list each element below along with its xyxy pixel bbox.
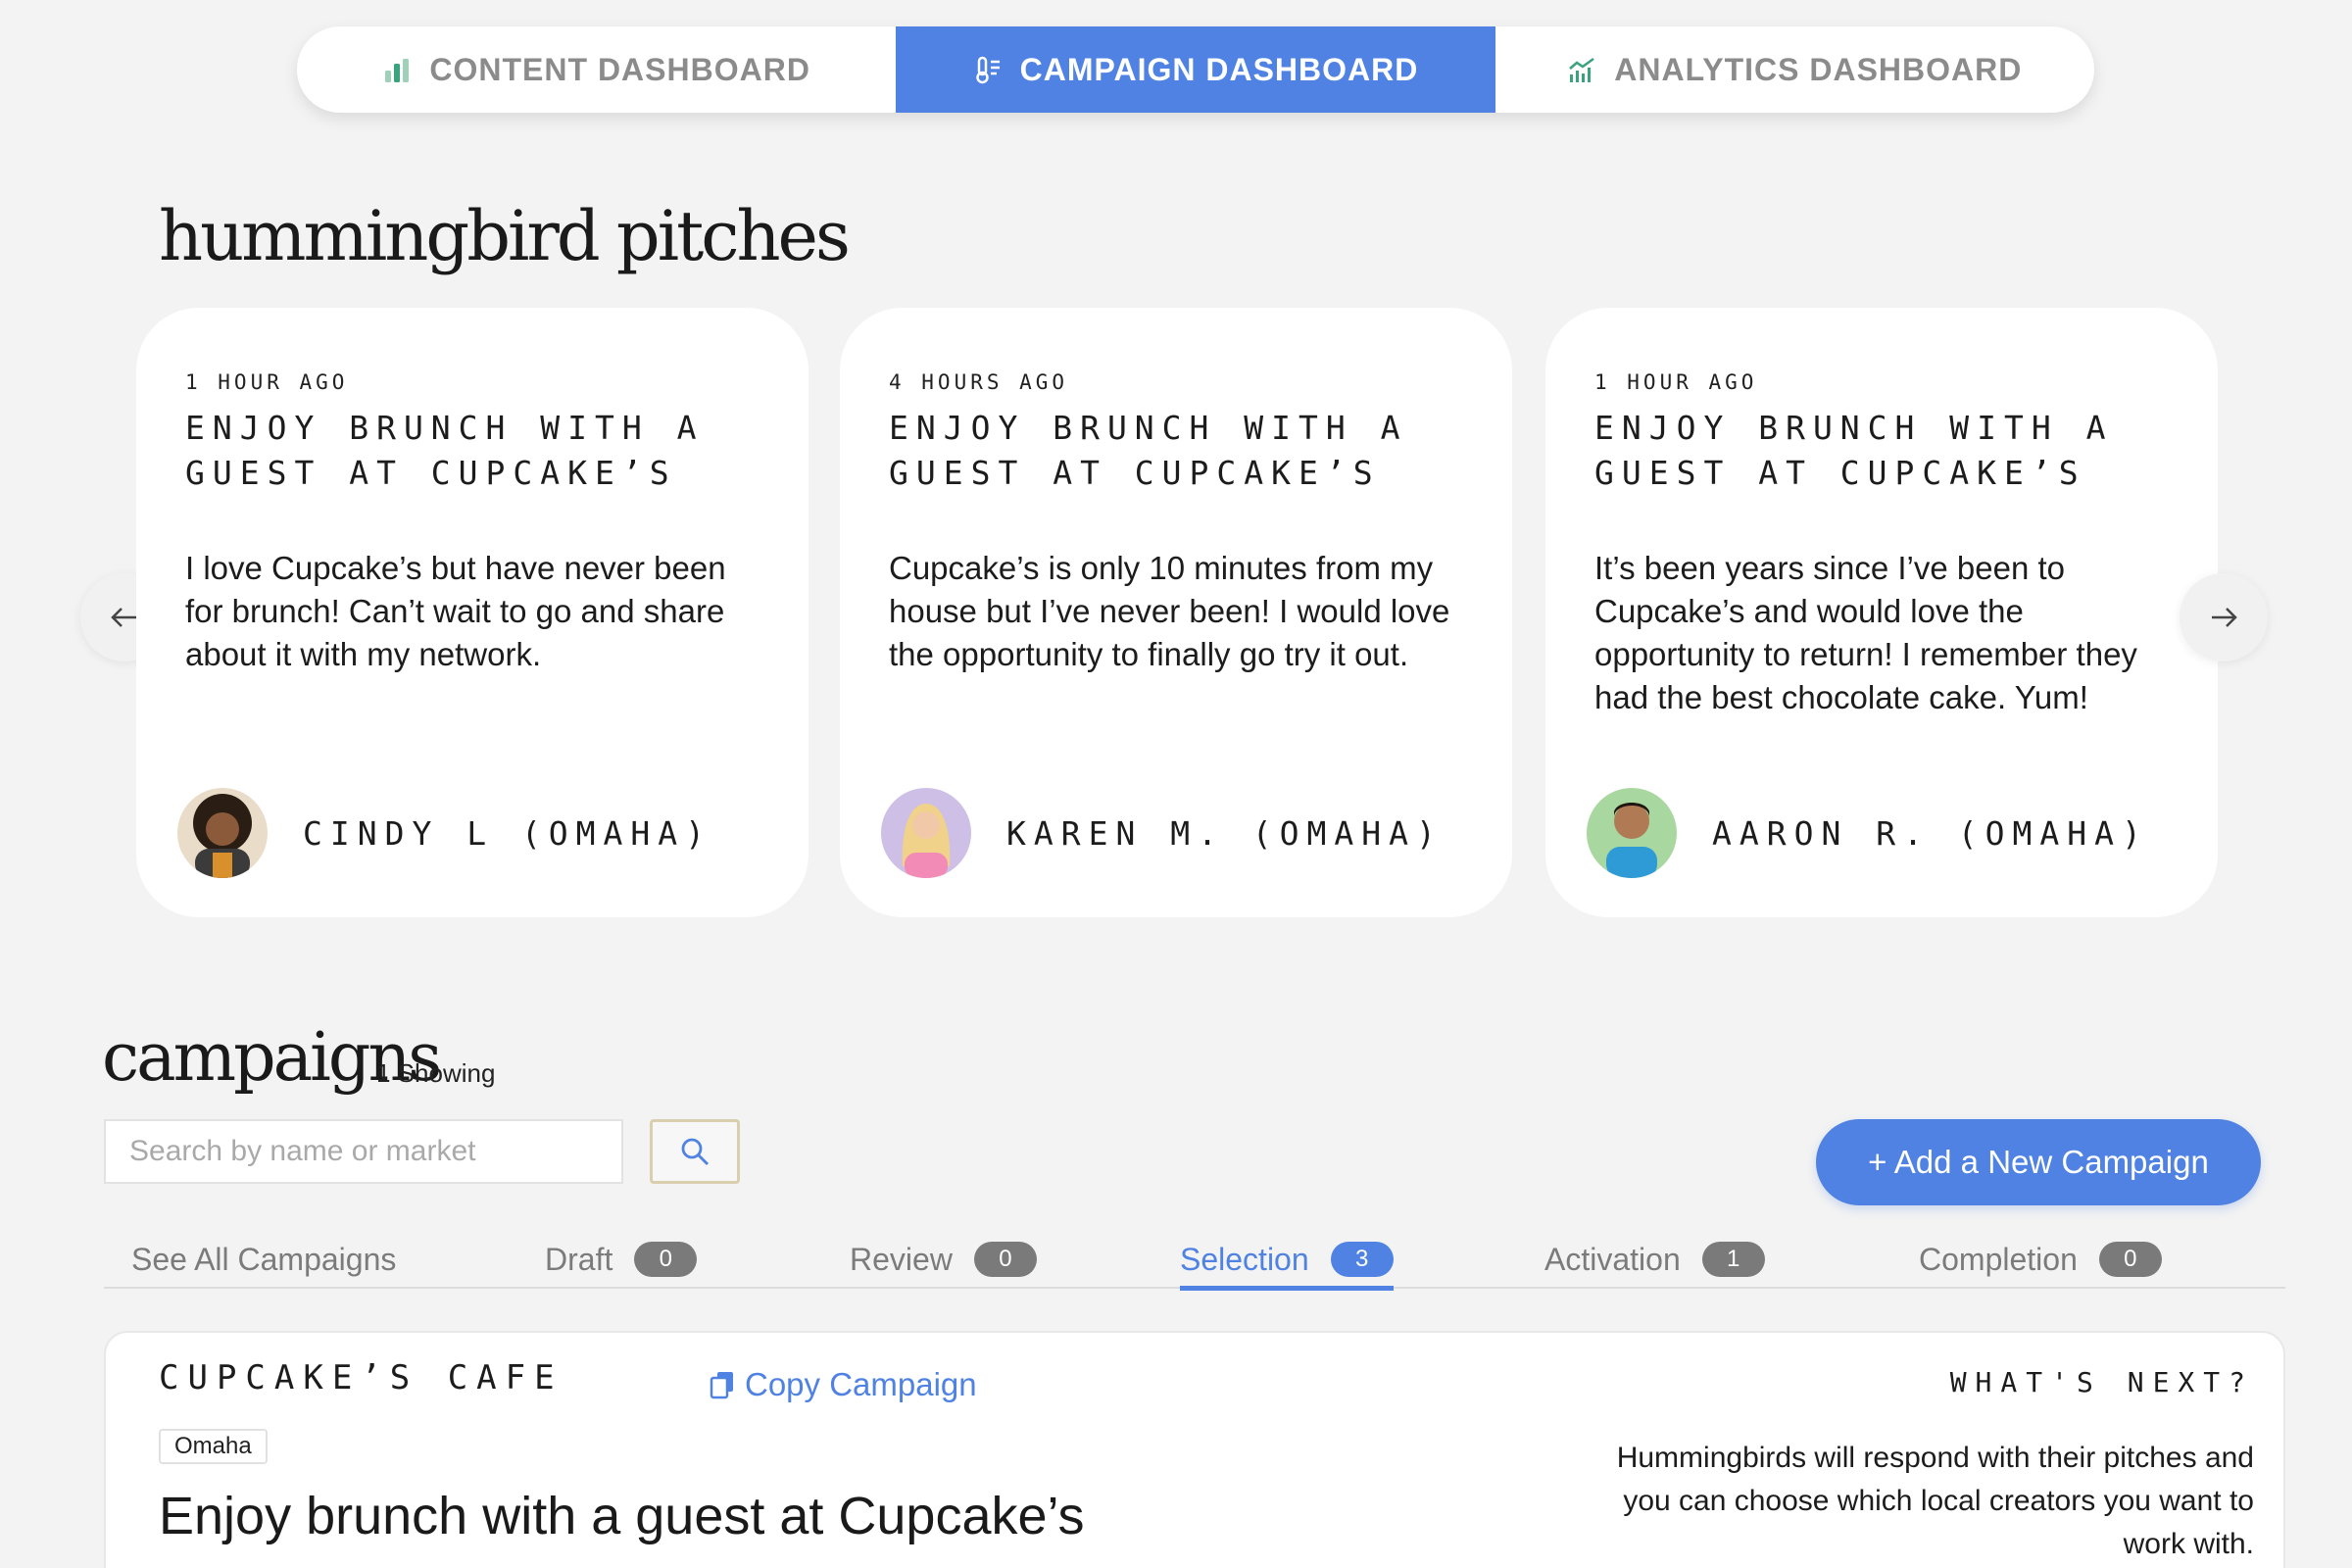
copy-campaign-label: Copy Campaign (745, 1366, 977, 1402)
pitch-author: AARON R. (OMAHA) (1587, 788, 2149, 878)
dashboard-tabbar: CONTENT DASHBOARD CAMPAIGN DASHBOARD ANA… (297, 26, 2094, 113)
avatar[interactable] (177, 788, 268, 878)
filter-label: See All Campaigns (131, 1241, 397, 1277)
bar-chart-icon (385, 59, 410, 82)
tab-label: ANALYTICS DASHBOARD (1614, 51, 2023, 87)
pitch-card[interactable]: 1 HOUR AGO ENJOY BRUNCH WITH A GUEST AT … (136, 308, 808, 917)
tab-campaign-dashboard[interactable]: CAMPAIGN DASHBOARD (896, 26, 1495, 113)
pitch-card[interactable]: 1 HOUR AGO ENJOY BRUNCH WITH A GUEST AT … (1545, 308, 2218, 917)
filter-label: Selection (1180, 1241, 1309, 1277)
thermometer-icon (975, 56, 1000, 84)
trend-chart-icon (1569, 57, 1595, 82)
filter-label: Draft (545, 1241, 613, 1277)
pitch-time: 1 HOUR AGO (1594, 370, 1758, 394)
pitch-author-name: CINDY L (OMAHA) (303, 813, 713, 853)
pitch-body: Cupcake’s is only 10 minutes from my hou… (889, 550, 1450, 672)
pitch-author: KAREN M. (OMAHA) (881, 788, 1444, 878)
carousel-next-button[interactable] (2180, 573, 2268, 662)
search-button[interactable] (650, 1119, 740, 1184)
campaigns-count: 1 Showing (376, 1058, 496, 1088)
whats-next-heading: WHAT'S NEXT? (1949, 1366, 2254, 1398)
filter-selection[interactable]: Selection 3 (1180, 1230, 1394, 1291)
pitch-headline: ENJOY BRUNCH WITH A GUEST AT CUPCAKE’S (889, 409, 1408, 492)
pitch-headline: ENJOY BRUNCH WITH A GUEST AT CUPCAKE’S (185, 409, 705, 492)
count-badge: 0 (634, 1242, 698, 1277)
pitch-card[interactable]: 4 HOURS AGO ENJOY BRUNCH WITH A GUEST AT… (840, 308, 1512, 917)
count-badge: 3 (1330, 1242, 1394, 1277)
count-badge: 1 (1701, 1242, 1765, 1277)
filter-label: Review (850, 1241, 953, 1277)
search-input[interactable] (104, 1119, 623, 1184)
filter-completion[interactable]: Completion 0 (1919, 1230, 2162, 1289)
campaign-filter-tabs: See All Campaigns Draft 0 Review 0 Selec… (104, 1230, 2285, 1291)
count-badge: 0 (973, 1242, 1037, 1277)
pitch-time: 1 HOUR AGO (185, 370, 349, 394)
copy-icon (710, 1372, 733, 1399)
filter-review[interactable]: Review 0 (850, 1230, 1037, 1289)
count-badge: 0 (2098, 1242, 2162, 1277)
tab-label: CAMPAIGN DASHBOARD (1019, 51, 1419, 87)
tab-analytics-dashboard[interactable]: ANALYTICS DASHBOARD (1495, 26, 2094, 113)
pitches-title: hummingbird pitches (159, 196, 851, 276)
market-badge: Omaha (159, 1429, 268, 1464)
copy-campaign-button[interactable]: Copy Campaign (708, 1366, 977, 1403)
filter-label: Completion (1919, 1241, 2078, 1277)
filter-draft[interactable]: Draft 0 (545, 1230, 698, 1289)
pitch-body: It’s been years since I’ve been to Cupca… (1594, 550, 2137, 715)
filter-label: Activation (1544, 1241, 1681, 1277)
filter-activation[interactable]: Activation 1 (1544, 1230, 1765, 1289)
campaign-card[interactable]: CUPCAKE’S CAFE Copy Campaign Omaha Enjoy… (104, 1331, 2285, 1568)
pitch-body: I love Cupcake’s but have never been for… (185, 550, 726, 672)
tab-label: CONTENT DASHBOARD (429, 51, 810, 87)
search-icon (681, 1138, 709, 1165)
add-campaign-button[interactable]: + Add a New Campaign (1816, 1119, 2261, 1205)
whats-next-text: Hummingbirds will respond with their pit… (1616, 1442, 2254, 1560)
pitch-headline: ENJOY BRUNCH WITH A GUEST AT CUPCAKE’S (1594, 409, 2114, 492)
filter-see-all[interactable]: See All Campaigns (131, 1230, 396, 1289)
tab-content-dashboard[interactable]: CONTENT DASHBOARD (297, 26, 896, 113)
pitch-author-name: KAREN M. (OMAHA) (1006, 813, 1444, 853)
pitch-author: CINDY L (OMAHA) (177, 788, 712, 878)
pitch-author-name: AARON R. (OMAHA) (1712, 813, 2149, 853)
campaign-title: Enjoy brunch with a guest at Cupcake’s (159, 1487, 1085, 1545)
pitch-time: 4 HOURS AGO (889, 370, 1069, 394)
campaign-business-name: CUPCAKE’S CAFE (159, 1358, 564, 1397)
avatar[interactable] (1587, 788, 1677, 878)
avatar[interactable] (881, 788, 971, 878)
arrow-right-icon (2212, 608, 2237, 627)
